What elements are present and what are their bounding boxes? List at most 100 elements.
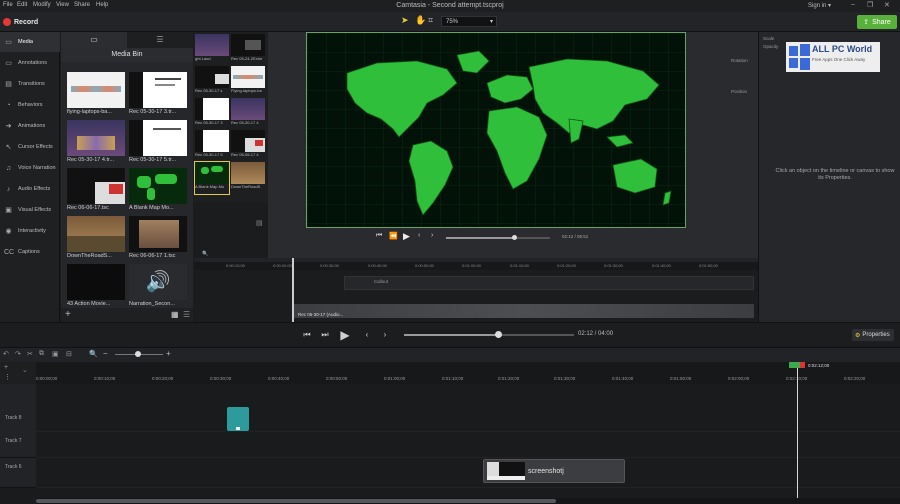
add-track-icon[interactable]: +: [4, 364, 8, 371]
list-view-icon[interactable]: ☰: [183, 310, 190, 319]
media-item[interactable]: Rec 06-06-17 1.tsc: [129, 216, 187, 262]
media-item[interactable]: 43 Action Movie...: [67, 264, 125, 310]
media-item[interactable]: Flying-laptops-ba: [231, 66, 265, 98]
sign-in-link[interactable]: Sign in ▾: [808, 2, 831, 9]
mini-tick: 0:00:30;00: [320, 263, 339, 268]
sidebar-item-media[interactable]: ▭ Media: [0, 32, 60, 52]
playhead[interactable]: [797, 362, 798, 504]
media-item[interactable]: Rec 06-06-17 4: [231, 130, 265, 162]
sidebar-label: Animations: [18, 123, 46, 129]
timeline-clip-teal[interactable]: [227, 407, 249, 431]
playhead-handle[interactable]: [789, 362, 805, 368]
properties-button[interactable]: ⚙ Properties: [852, 329, 894, 341]
next-clip-icon[interactable]: ›: [378, 329, 392, 341]
record-button[interactable]: Record: [3, 15, 45, 29]
copy-icon[interactable]: ⧉: [39, 350, 44, 358]
canvas-scrubber[interactable]: [446, 235, 550, 240]
sidebar-item-voice-narration[interactable]: ♫ Voice Narration: [0, 158, 60, 178]
track-8[interactable]: [36, 384, 900, 432]
play-icon[interactable]: ▶: [338, 329, 352, 341]
media-bin-tab-icon[interactable]: ▭: [61, 32, 127, 48]
media-item[interactable]: 🔊 Narration_Secon...: [129, 264, 187, 310]
maximize-icon[interactable]: ❐: [867, 1, 873, 9]
next-icon[interactable]: ›: [431, 232, 433, 239]
sidebar-item-captions[interactable]: CC Captions: [0, 242, 60, 262]
media-item[interactable]: A Blank Map Mo...: [129, 168, 187, 214]
timeline-empty-area: [0, 488, 900, 498]
media-item[interactable]: Rec 05-30-17 s: [195, 66, 229, 98]
playback-progress[interactable]: [404, 331, 574, 338]
paste-icon[interactable]: ▣: [52, 350, 59, 358]
sidebar-label: Transitions: [18, 81, 45, 87]
split-icon[interactable]: ⊟: [66, 350, 72, 358]
media-thumbnail: [67, 264, 125, 300]
sidebar-item-animations[interactable]: ➜ Animations: [0, 116, 60, 136]
transition-icon: ▤: [5, 80, 12, 88]
zoom-select[interactable]: 75% ▾: [441, 16, 497, 27]
track-header-6[interactable]: Track 6: [0, 458, 36, 488]
prev-icon[interactable]: ‹: [418, 232, 420, 239]
mini-tick: 0:01:00;00: [462, 263, 481, 268]
redo-icon[interactable]: ↷: [15, 350, 21, 358]
minimize-icon[interactable]: –: [851, 1, 855, 8]
media-item[interactable]: ght.Laod: [195, 34, 229, 66]
media-item[interactable]: Rec 05-30-17 5.tr...: [129, 120, 187, 166]
zoom-icon[interactable]: 🔍: [89, 350, 98, 358]
timeline-scroll-thumb[interactable]: [36, 499, 556, 503]
share-button[interactable]: ⇪ Share: [857, 15, 897, 29]
skip-back-icon[interactable]: ⏮: [300, 329, 314, 341]
timeline-clip-screenshot[interactable]: screenshotj: [483, 459, 625, 483]
media-item[interactable]: Rec 05-30-17 3.tr...: [129, 72, 187, 118]
select-tool-icon[interactable]: ➤: [401, 15, 409, 26]
previous-clip-icon[interactable]: ‹: [360, 329, 374, 341]
media-item[interactable]: flying-laptops-ba...: [67, 72, 125, 118]
sidebar-item-visual-effects[interactable]: ▣ Visual Effects: [0, 200, 60, 220]
pan-tool-icon[interactable]: ✋: [415, 15, 426, 26]
step-back-icon[interactable]: ⏪: [389, 232, 398, 240]
canvas-play-icon[interactable]: ▶: [403, 231, 410, 242]
track-7[interactable]: [36, 432, 900, 458]
zoom-in-plus-icon[interactable]: +: [166, 349, 171, 358]
cut-icon[interactable]: ✂: [27, 350, 33, 358]
media-caption: Narration_Secon...: [129, 301, 175, 307]
media-item[interactable]: Rec 05-30-17 4.tr...: [67, 120, 125, 166]
library-tab-icon[interactable]: ☰: [127, 32, 193, 48]
track-header-7[interactable]: Track 7: [0, 432, 36, 458]
media-item[interactable]: Rec 05-24-2Extre: [231, 34, 265, 66]
grid-view-icon[interactable]: ▦: [171, 310, 179, 319]
media-item[interactable]: DownTheRoadS: [231, 162, 265, 194]
sidebar-item-audio-effects[interactable]: ♪ Audio Effects: [0, 179, 60, 199]
ruler-tick: 0:00:20;00: [152, 376, 174, 381]
media-thumbnail: [67, 120, 125, 156]
timeline-ruler[interactable]: 0:00:00;00 0:00:10;00 0:00:20;00 0:00:30…: [36, 362, 900, 384]
rewind-icon[interactable]: ⏮: [376, 232, 382, 240]
sidebar-item-annotations[interactable]: ▭ Annotations: [0, 53, 60, 73]
progress-knob[interactable]: [494, 331, 502, 338]
sidebar-item-behaviors[interactable]: ◔ Behaviors: [0, 95, 60, 115]
zoom-out-icon[interactable]: 🔍: [202, 251, 208, 257]
canvas-options-icon[interactable]: ▤: [256, 219, 263, 227]
undo-icon[interactable]: ↶: [3, 350, 9, 358]
media-item[interactable]: Rec 05-30-17 4: [231, 98, 265, 130]
properties-panel: Scale Opacity Rotation Position Click an…: [731, 32, 900, 322]
crop-tool-icon[interactable]: ⌗: [428, 15, 433, 26]
media-item[interactable]: Rec 05-30-17 3: [195, 98, 229, 130]
watermark-title: ALL PC World: [812, 44, 873, 54]
sidebar-item-cursor-effects[interactable]: ↖ Cursor Effects: [0, 137, 60, 157]
close-icon[interactable]: ✕: [884, 1, 890, 9]
cursor-icon: ↖: [5, 143, 12, 151]
sidebar-item-interactivity[interactable]: ◉ Interactivity: [0, 221, 60, 241]
media-item[interactable]: DownTheRoadS...: [67, 216, 125, 262]
step-back-frame-icon[interactable]: ⏭: [318, 329, 332, 341]
timeline-zoom-slider[interactable]: [115, 351, 163, 357]
media-item-selected[interactable]: A Blank Map Mo: [194, 161, 230, 195]
canvas-preview[interactable]: [306, 32, 686, 228]
magnet-icon[interactable]: ⌄: [22, 366, 28, 374]
media-item[interactable]: Rec 05-30-17 5: [195, 130, 229, 162]
track-6[interactable]: [36, 458, 900, 488]
media-item[interactable]: Rec 06-06-17.tsc: [67, 168, 125, 214]
add-media-icon[interactable]: +: [65, 309, 71, 320]
sidebar-item-transitions[interactable]: ▤ Transitions: [0, 74, 60, 94]
zoom-out-minus-icon[interactable]: −: [103, 349, 108, 358]
track-options-icon[interactable]: ⋮: [4, 373, 11, 381]
